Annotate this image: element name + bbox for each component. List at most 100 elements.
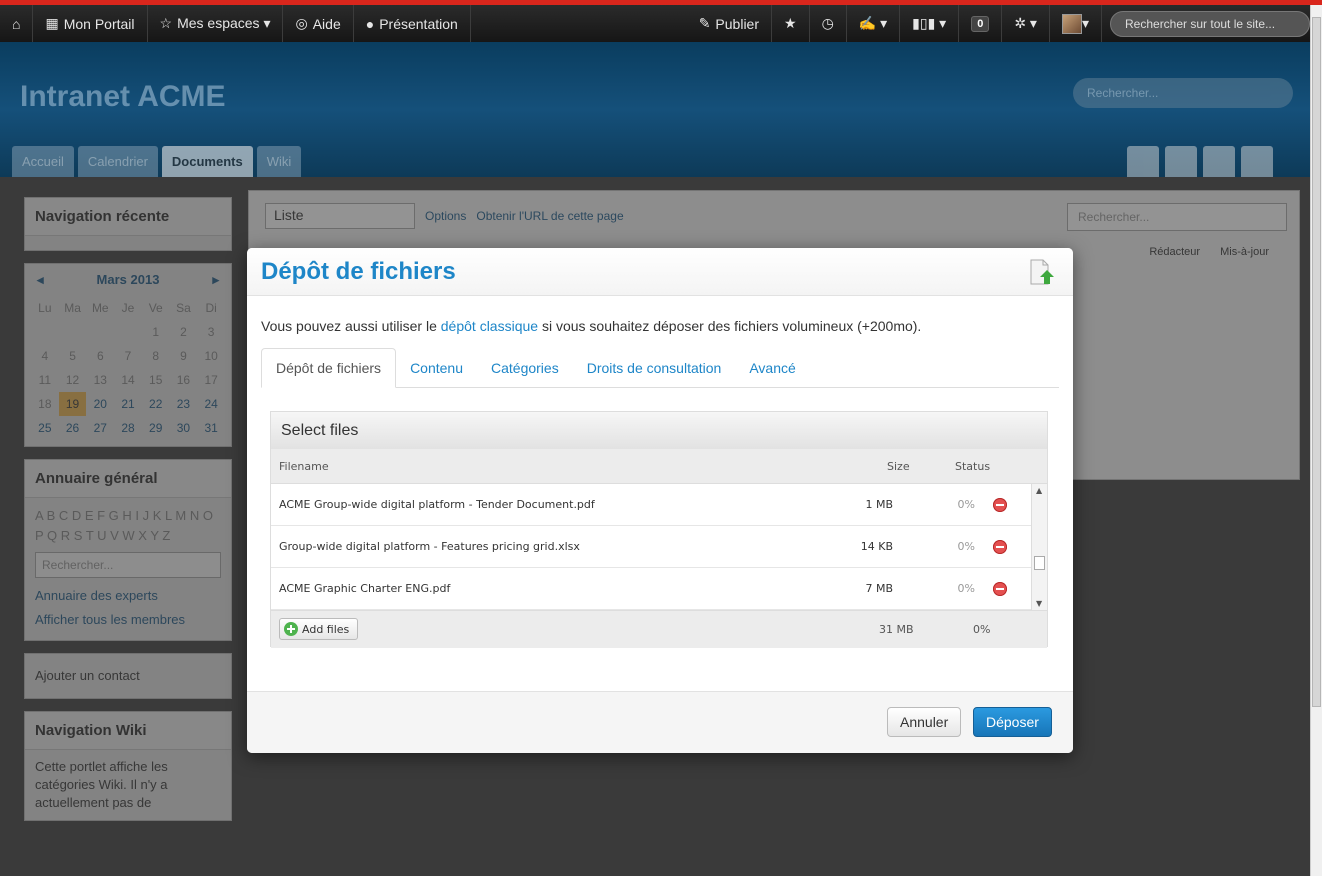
submit-upload-button[interactable]: Déposer [973,707,1052,737]
left-column: Navigation récente ◂ Mars 2013 ▸ Lu Ma Me J… [24,197,232,833]
tab-accueil[interactable]: Accueil [12,146,74,177]
file-list-scrollbar[interactable]: ▲ ▼ [1031,484,1047,610]
calendar-day[interactable]: 8 [142,344,170,368]
page-url-link[interactable]: Obtenir l'URL de cette page [476,209,623,223]
file-row: Group-wide digital platform - Features p… [271,526,1033,568]
spaces-menu[interactable]: ☆ Mes espaces ▾ [148,5,284,42]
home-button[interactable]: ⌂ [0,5,34,42]
notifications-button[interactable]: 0 [959,5,1003,42]
remove-file-icon[interactable] [993,539,1007,554]
column-author[interactable]: Rédacteur [1149,246,1200,258]
calendar-day[interactable]: 5 [59,344,87,368]
file-list-scrollbar-thumb[interactable] [1034,556,1045,570]
top-toolbar: ⌂ ▦ Mon Portail ☆ Mes espaces ▾ ◎ Aide ● Pré… [0,5,1310,42]
calendar-day[interactable]: 13 [86,368,114,392]
calendar-day[interactable]: 7 [114,344,142,368]
site-brand: Intranet ACME [20,80,226,113]
calendar-day[interactable]: 6 [86,344,114,368]
settings-menu[interactable]: ✲ ▾ [1002,5,1050,42]
add-contact-link[interactable]: Ajouter un contact [25,654,231,698]
tab-upload[interactable]: Dépôt de fichiers [261,348,397,388]
avatar [1061,13,1082,34]
calendar-day[interactable]: 4 [31,344,59,368]
experts-link[interactable]: Annuaire des experts [35,584,221,608]
directory-portlet: Annuaire général A B C D E F G H I J K L… [24,459,232,641]
calendar-day[interactable]: 26 [59,416,87,440]
calendar-day[interactable]: 3 [197,320,225,344]
user-menu[interactable]: ▾ [1050,5,1102,42]
people-icon[interactable] [1127,146,1159,177]
calendar-day[interactable]: 18 [31,392,59,416]
calendar-empty-cell [114,320,142,344]
calendar-day[interactable]: 2 [170,320,198,344]
feather-icon: ✎ [698,15,711,31]
calendar-day[interactable]: 25 [31,416,59,440]
header-search-input[interactable]: Rechercher... [1073,78,1293,108]
directory-search-input[interactable]: Rechercher... [35,552,221,578]
calendar-day[interactable]: 31 [197,416,225,440]
edit-menu[interactable]: ✍ ▾ [847,5,901,42]
tab-documents[interactable]: Documents [161,146,253,177]
add-files-button[interactable]: Add files [279,618,359,640]
tab-calendrier[interactable]: Calendrier [77,146,158,177]
letter-index[interactable]: A B C D E F G H I J K L M N O P Q R S T … [35,506,221,546]
site-header: Intranet ACME Rechercher... Accueil Cale… [0,42,1310,177]
tab-content[interactable]: Contenu [396,348,477,387]
calendar-day[interactable]: 1 [142,320,170,344]
calendar-day[interactable]: 20 [86,392,114,416]
calendar-day[interactable]: 17 [197,368,225,392]
calendar-day[interactable]: 21 [114,392,142,416]
help-menu[interactable]: ◎ Aide [283,5,354,42]
header-tools [1127,146,1273,177]
calendar-day[interactable]: 12 [59,368,87,392]
chart-icon[interactable] [1203,146,1235,177]
calendar-day[interactable]: 24 [197,392,225,416]
calendar-day[interactable]: 28 [114,416,142,440]
calendar-day[interactable]: 15 [142,368,170,392]
options-link[interactable]: Options [425,209,466,223]
weekday-label: Di [205,301,217,315]
star-icon: ★ [784,15,797,31]
documents-search-input[interactable]: Rechercher... [1067,203,1287,231]
members-link[interactable]: Afficher tous les membres [35,608,221,632]
prev-month-button[interactable]: ◂ [37,272,44,288]
remove-file-icon[interactable] [993,581,1007,596]
tab-advanced[interactable]: Avancé [735,348,809,387]
favorites-button[interactable]: ★ [772,5,810,42]
classic-upload-link[interactable]: dépôt classique [441,318,538,334]
scroll-down-icon[interactable]: ▼ [1036,599,1042,608]
wrench-icon[interactable] [1241,146,1273,177]
column-updated[interactable]: Mis-à-jour [1220,246,1269,258]
calendar-day[interactable]: 23 [170,392,198,416]
calendar-day[interactable]: 14 [114,368,142,392]
tab-wiki[interactable]: Wiki [256,146,302,177]
global-search-input[interactable]: Rechercher sur tout le site... [1110,10,1310,37]
calendar-day[interactable]: 16 [170,368,198,392]
history-button[interactable]: ◷ [810,5,847,42]
file-name: Group-wide digital platform - Features p… [279,540,580,553]
remove-file-icon[interactable] [993,497,1007,512]
calendar-day[interactable]: 19 [58,392,87,416]
calendar-day[interactable]: 10 [197,344,225,368]
clock-icon: ◷ [821,15,834,31]
page-scrollbar-thumb[interactable] [1312,17,1321,707]
notifications-badge: 0 [971,15,990,32]
tab-permissions[interactable]: Droits de consultation [573,348,736,387]
cancel-button[interactable]: Annuler [887,707,962,737]
next-month-button[interactable]: ▸ [212,272,219,288]
tab-categories[interactable]: Catégories [477,348,573,387]
calendar-day[interactable]: 27 [86,416,114,440]
publish-button[interactable]: ✎ Publier [687,5,773,42]
presentation-menu[interactable]: ● Présentation [354,5,471,42]
calendar-day[interactable]: 30 [170,416,198,440]
page-scrollbar[interactable] [1310,5,1322,876]
portal-menu[interactable]: ▦ Mon Portail [33,5,148,42]
scroll-up-icon[interactable]: ▲ [1036,486,1042,495]
calendar-day[interactable]: 22 [142,392,170,416]
calendar-day[interactable]: 29 [142,416,170,440]
calendar-day[interactable]: 9 [170,344,198,368]
language-menu[interactable]: ▮▯▮ ▾ [900,5,960,42]
calendar-day[interactable]: 11 [31,368,59,392]
layout-icon[interactable] [1165,146,1197,177]
view-select[interactable]: Liste [265,203,415,229]
